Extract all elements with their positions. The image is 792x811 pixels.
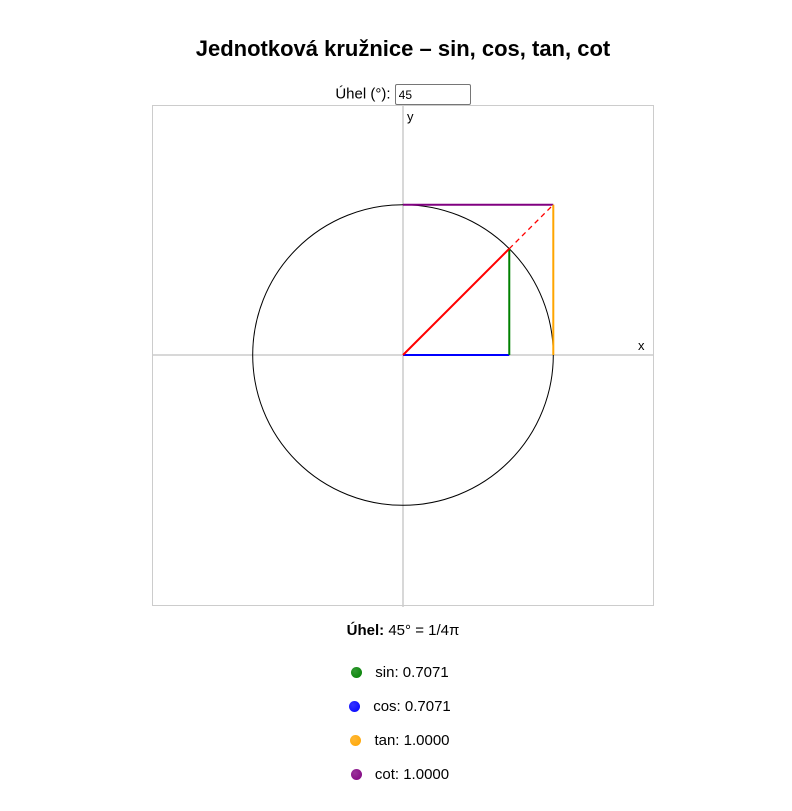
readout-tan: tan: 1.0000 bbox=[0, 723, 792, 757]
angle-control: Úhel (°): bbox=[0, 84, 792, 105]
angle-input[interactable] bbox=[394, 84, 471, 105]
sin-value: sin: 0.7071 bbox=[375, 663, 449, 681]
readout-sin: sin: 0.7071 bbox=[0, 655, 792, 689]
cot-color-dot bbox=[350, 768, 362, 780]
readout-cos: cos: 0.7071 bbox=[0, 689, 792, 723]
radius-extension-dashed bbox=[508, 205, 553, 250]
page-title: Jednotková kružnice – sin, cos, tan, cot bbox=[195, 36, 611, 61]
cos-value: cos: 0.7071 bbox=[373, 697, 451, 715]
tan-value: tan: 1.0000 bbox=[374, 731, 450, 749]
x-axis-label: x bbox=[638, 338, 645, 353]
y-axis-label: y bbox=[407, 109, 414, 124]
angle-input-label: Úhel (°): bbox=[335, 85, 391, 103]
tan-color-dot bbox=[350, 734, 362, 746]
readout-list: sin: 0.7071 cos: 0.7071 tan: 1.0000 cot:… bbox=[0, 655, 792, 791]
cos-color-dot bbox=[349, 700, 361, 712]
angle-summary-value: 45° = 1/4π bbox=[388, 622, 460, 639]
angle-summary: Úhel: 45° = 1/4π bbox=[0, 622, 792, 639]
sin-color-dot bbox=[351, 666, 363, 678]
angle-summary-label: Úhel: bbox=[346, 622, 385, 639]
readout-cot: cot: 1.0000 bbox=[0, 757, 792, 791]
cot-value: cot: 1.0000 bbox=[374, 765, 450, 783]
radius-segment bbox=[402, 248, 510, 356]
unit-circle-plot: x y bbox=[152, 105, 654, 607]
